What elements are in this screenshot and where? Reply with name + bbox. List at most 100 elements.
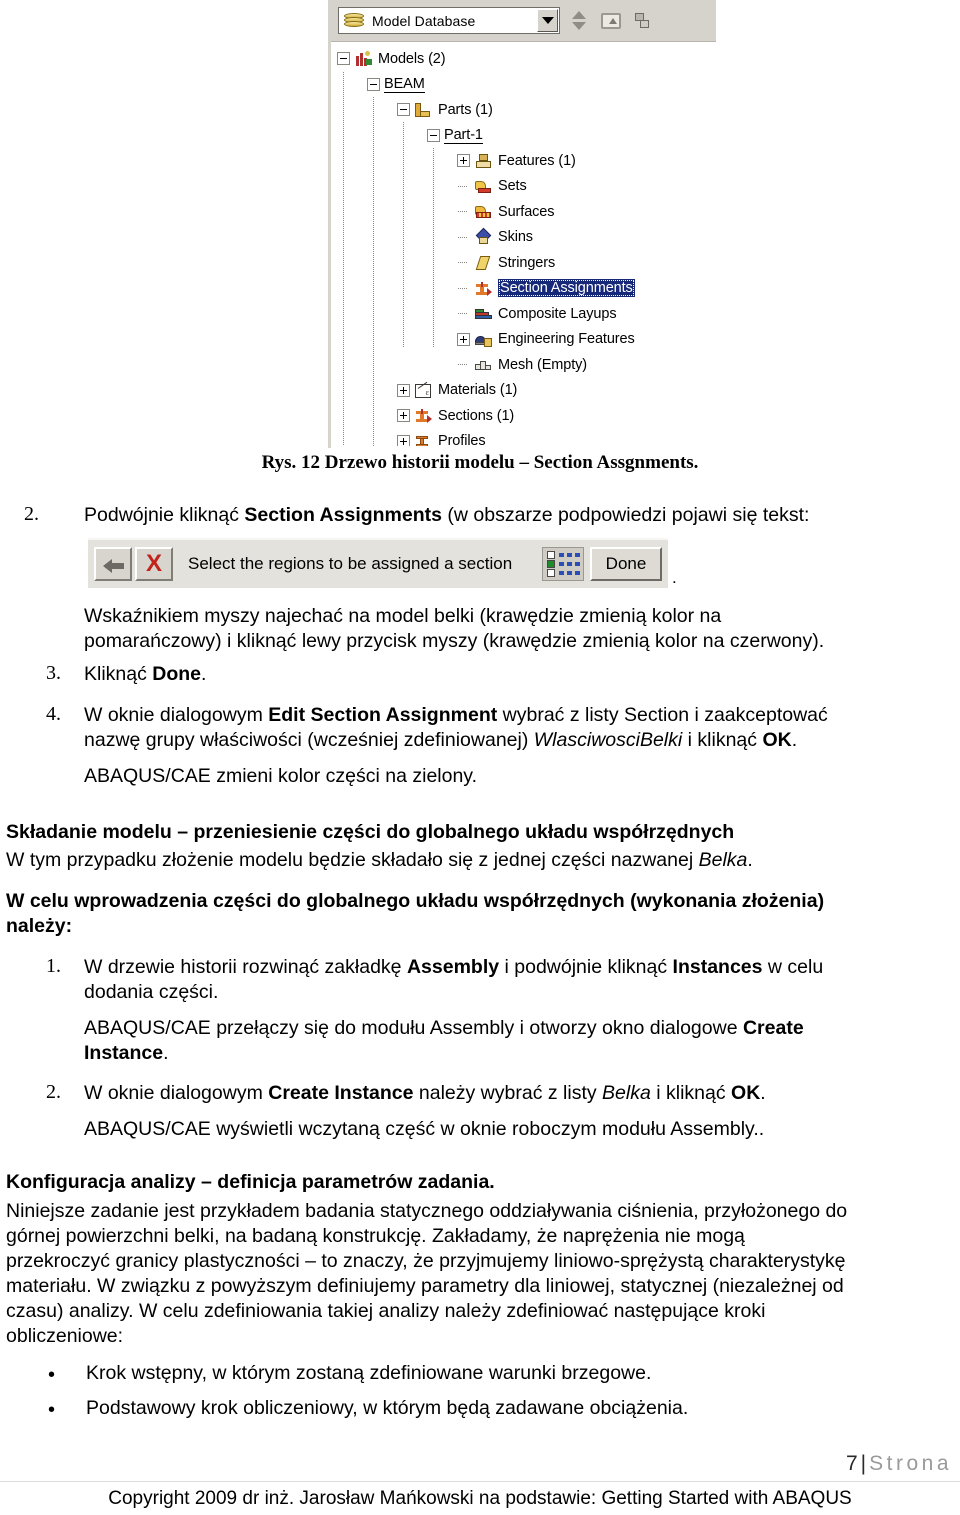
- layers-icon[interactable]: [632, 7, 654, 35]
- step-2-text: Podwójnie kliknąć Section Assignments (w…: [84, 503, 944, 528]
- tree-item-beam[interactable]: BEAM: [331, 72, 716, 98]
- assembly-step-1-a: W drzewie historii rozwinąć zakładkę: [84, 956, 407, 978]
- section-assignments-icon: [474, 280, 493, 297]
- tree-connector-icon: [457, 282, 470, 295]
- collapse-icon[interactable]: [397, 103, 410, 117]
- tree-item-parts-1[interactable]: Parts (1): [331, 97, 716, 123]
- assembly-step-2-d: .: [760, 1082, 766, 1104]
- tree-item-stringers[interactable]: Stringers: [331, 250, 716, 276]
- tree-item-part-1[interactable]: Part-1: [331, 123, 716, 149]
- collapse-icon[interactable]: [427, 128, 440, 142]
- tree-item-section-assignments[interactable]: Section Assignments: [331, 276, 716, 302]
- mouse-instruction-line1: Wskaźnikiem myszy najechać na model belk…: [84, 605, 722, 627]
- assembly-step-2-bold-a: Create Instance: [268, 1082, 414, 1104]
- model-database-label: Model Database: [372, 12, 476, 29]
- tree-item-label: BEAM: [384, 75, 425, 93]
- prompt-bar-figure: X Select the regions to be assigned a se…: [88, 538, 668, 588]
- composite-layups-icon: [474, 305, 493, 322]
- assembly-step-2-c: i kliknąć: [650, 1082, 732, 1104]
- tree-item-label: Composite Layups: [498, 305, 617, 322]
- model-database-combobox[interactable]: Model Database: [338, 7, 560, 34]
- assembly-bold-intro-line1: W celu wprowadzenia części do globalnego…: [6, 890, 825, 912]
- selection-grid-icon[interactable]: [542, 547, 584, 581]
- tree-item-label: Features (1): [498, 152, 576, 169]
- assembly-bold-intro-line2: należy:: [6, 915, 73, 937]
- tree-item-engineering-features[interactable]: Engineering Features: [331, 327, 716, 353]
- tree-item-materials-1[interactable]: ε Materials (1): [331, 378, 716, 404]
- tree-connector-icon: [457, 231, 470, 244]
- step-3-bold: Done: [152, 663, 202, 685]
- model-tree-body[interactable]: Models (2) BEAM Parts (1) Part-1 Features (1…: [331, 42, 716, 446]
- expand-icon[interactable]: [397, 383, 410, 397]
- expand-icon[interactable]: [397, 409, 410, 423]
- tree-connector-icon: [457, 358, 470, 371]
- list-number: 3.: [46, 662, 61, 684]
- tree-item-skins[interactable]: Skins: [331, 225, 716, 251]
- tree-item-sections-1[interactable]: Sections (1): [331, 403, 716, 429]
- model-database-panel: Model Database Models (2) BEAM Parts (1) Pa…: [328, 0, 716, 448]
- up-down-spinner-icon[interactable]: [568, 5, 590, 37]
- assembly-note-b: .: [163, 1042, 169, 1064]
- collapse-icon[interactable]: [337, 52, 350, 66]
- tree-connector-icon: [457, 180, 470, 193]
- config-body-line4: materiału. W związku z powyższym definiu…: [6, 1275, 844, 1297]
- copyright-line: Copyright 2009 dr inż. Jarosław Mańkowsk…: [108, 1488, 852, 1509]
- tree-item-label: Stringers: [498, 254, 556, 271]
- assembly-intro-italic: Belka: [698, 849, 748, 871]
- page-number-footer: 7 | Strona: [846, 1452, 952, 1476]
- tree-item-label: Engineering Features: [498, 331, 635, 348]
- tree-item-surfaces[interactable]: Surfaces: [331, 199, 716, 225]
- tree-item-label: Skins: [498, 229, 533, 246]
- tree-item-models-2[interactable]: Models (2): [331, 46, 716, 72]
- done-button[interactable]: Done: [590, 547, 662, 581]
- mesh-icon: [474, 356, 493, 373]
- tree-item-sets[interactable]: Sets: [331, 174, 716, 200]
- profiles-icon: [414, 433, 433, 446]
- page-separator: |: [860, 1452, 867, 1475]
- assembly-heading: Składanie modelu – przeniesienie części …: [6, 821, 735, 843]
- assembly-step-2-a: W oknie dialogowym: [84, 1082, 269, 1104]
- folder-up-icon[interactable]: [597, 7, 625, 35]
- step-4-part-b: wybrać z listy Section i zaakceptować: [497, 704, 828, 726]
- config-body-line3: przekroczyć granicy plastyczności – to z…: [6, 1250, 846, 1272]
- list-number: 4.: [46, 703, 61, 725]
- mouse-instruction-line2: pomarańczowy) i kliknąć lewy przycisk my…: [84, 630, 825, 652]
- assembly-step-1-bold-a: Assembly: [406, 956, 500, 978]
- assembly-step-1-b: i podwójnie kliknąć: [499, 956, 673, 978]
- config-body-line2: górnej powierzchni belki, na badaną kons…: [6, 1225, 745, 1247]
- config-body-line5: czasu) analizy. W celu zdefiniowania tak…: [6, 1300, 766, 1322]
- collapse-icon[interactable]: [367, 77, 380, 91]
- tree-item-mesh-empty[interactable]: Mesh (Empty): [331, 352, 716, 378]
- back-arrow-icon[interactable]: [94, 547, 132, 581]
- expand-icon[interactable]: [397, 434, 410, 446]
- bullet-glyph-icon: •: [48, 1364, 56, 1386]
- config-bullet-1: Krok wstępny, w którym zostaną zdefiniow…: [86, 1362, 652, 1384]
- page-word: Strona: [869, 1452, 952, 1475]
- assembly-step-1-line2: dodania części.: [84, 981, 219, 1003]
- expand-icon[interactable]: [457, 332, 470, 346]
- assembly-intro: W tym przypadku złożenie modelu będzie s…: [6, 848, 956, 873]
- step-4-text-line1: W oknie dialogowym Edit Section Assignme…: [84, 703, 954, 728]
- assembly-intro-a: W tym przypadku złożenie modelu będzie s…: [6, 849, 699, 871]
- tree-item-features-1[interactable]: Features (1): [331, 148, 716, 174]
- assembly-step-2-b: należy wybrać z listy: [413, 1082, 603, 1104]
- list-number: 2.: [46, 1081, 61, 1103]
- expand-icon[interactable]: [457, 154, 470, 168]
- tree-item-profiles[interactable]: Profiles: [331, 429, 716, 446]
- figure-caption: Rys. 12 Drzewo historii modelu – Section…: [261, 452, 699, 473]
- tree-item-label: Parts (1): [438, 101, 493, 118]
- tree-connector-icon: [457, 307, 470, 320]
- bullet-glyph-icon: •: [48, 1399, 56, 1421]
- materials-icon: ε: [414, 382, 433, 399]
- step-2-bold: Section Assignments: [244, 504, 442, 526]
- chevron-down-icon[interactable]: [537, 9, 558, 32]
- tree-item-composite-layups[interactable]: Composite Layups: [331, 301, 716, 327]
- cancel-x-icon[interactable]: X: [135, 547, 173, 581]
- abaqus-prompt-bar: X Select the regions to be assigned a se…: [88, 538, 668, 588]
- step-4-part-c: nazwę grupy właściwości (wcześniej zdefi…: [84, 729, 534, 751]
- step-4-part-d: i kliknąć: [682, 729, 763, 751]
- database-icon: [341, 10, 367, 31]
- step-4-part-a: W oknie dialogowym: [84, 704, 269, 726]
- config-body-line6: obliczeniowe:: [6, 1325, 124, 1347]
- tree-item-label: Section Assignments: [498, 279, 635, 298]
